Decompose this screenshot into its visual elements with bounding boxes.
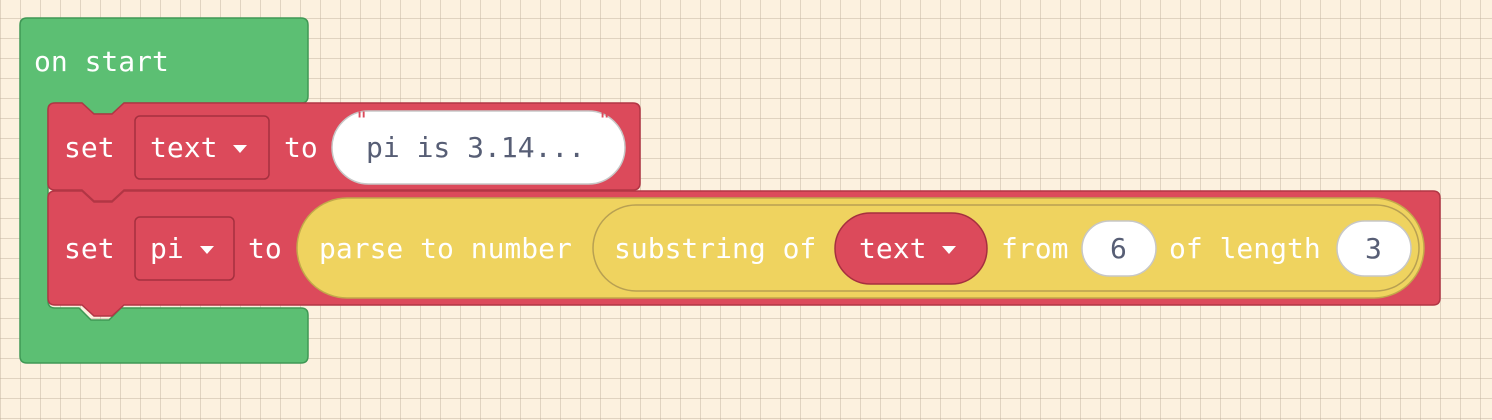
from-label: from (1001, 232, 1069, 265)
set-text-to-label: to (284, 131, 318, 164)
set-text-set-label: set (64, 131, 115, 164)
chevron-down-icon (233, 144, 248, 153)
from-value[interactable]: 6 (1110, 233, 1127, 265)
substring-variable-label: text (859, 232, 927, 265)
set-pi-variable-dropdown[interactable]: pi (135, 217, 234, 280)
set-pi-to-label: to (248, 232, 282, 265)
chevron-down-icon (942, 245, 957, 254)
parse-to-number-label: parse to number (319, 232, 572, 265)
set-pi-set-label: set (64, 232, 115, 265)
chevron-down-icon (199, 245, 214, 254)
set-pi-variable-label: pi (150, 232, 184, 265)
length-value[interactable]: 3 (1365, 233, 1382, 265)
set-text-variable-label: text (150, 131, 218, 164)
of-length-label: of length (1169, 232, 1321, 265)
substring-of-label: substring of (614, 232, 817, 265)
substring-variable-dropdown[interactable]: text (835, 213, 987, 284)
on-start-label: on start (34, 45, 169, 78)
blocks-workspace[interactable]: on start set text to " pi is 3.14... " s… (0, 0, 1492, 420)
open-quote-icon: " (355, 109, 369, 134)
set-text-value[interactable]: pi is 3.14... (366, 132, 585, 164)
close-quote-icon: " (598, 109, 612, 134)
set-text-variable-dropdown[interactable]: text (135, 116, 269, 179)
